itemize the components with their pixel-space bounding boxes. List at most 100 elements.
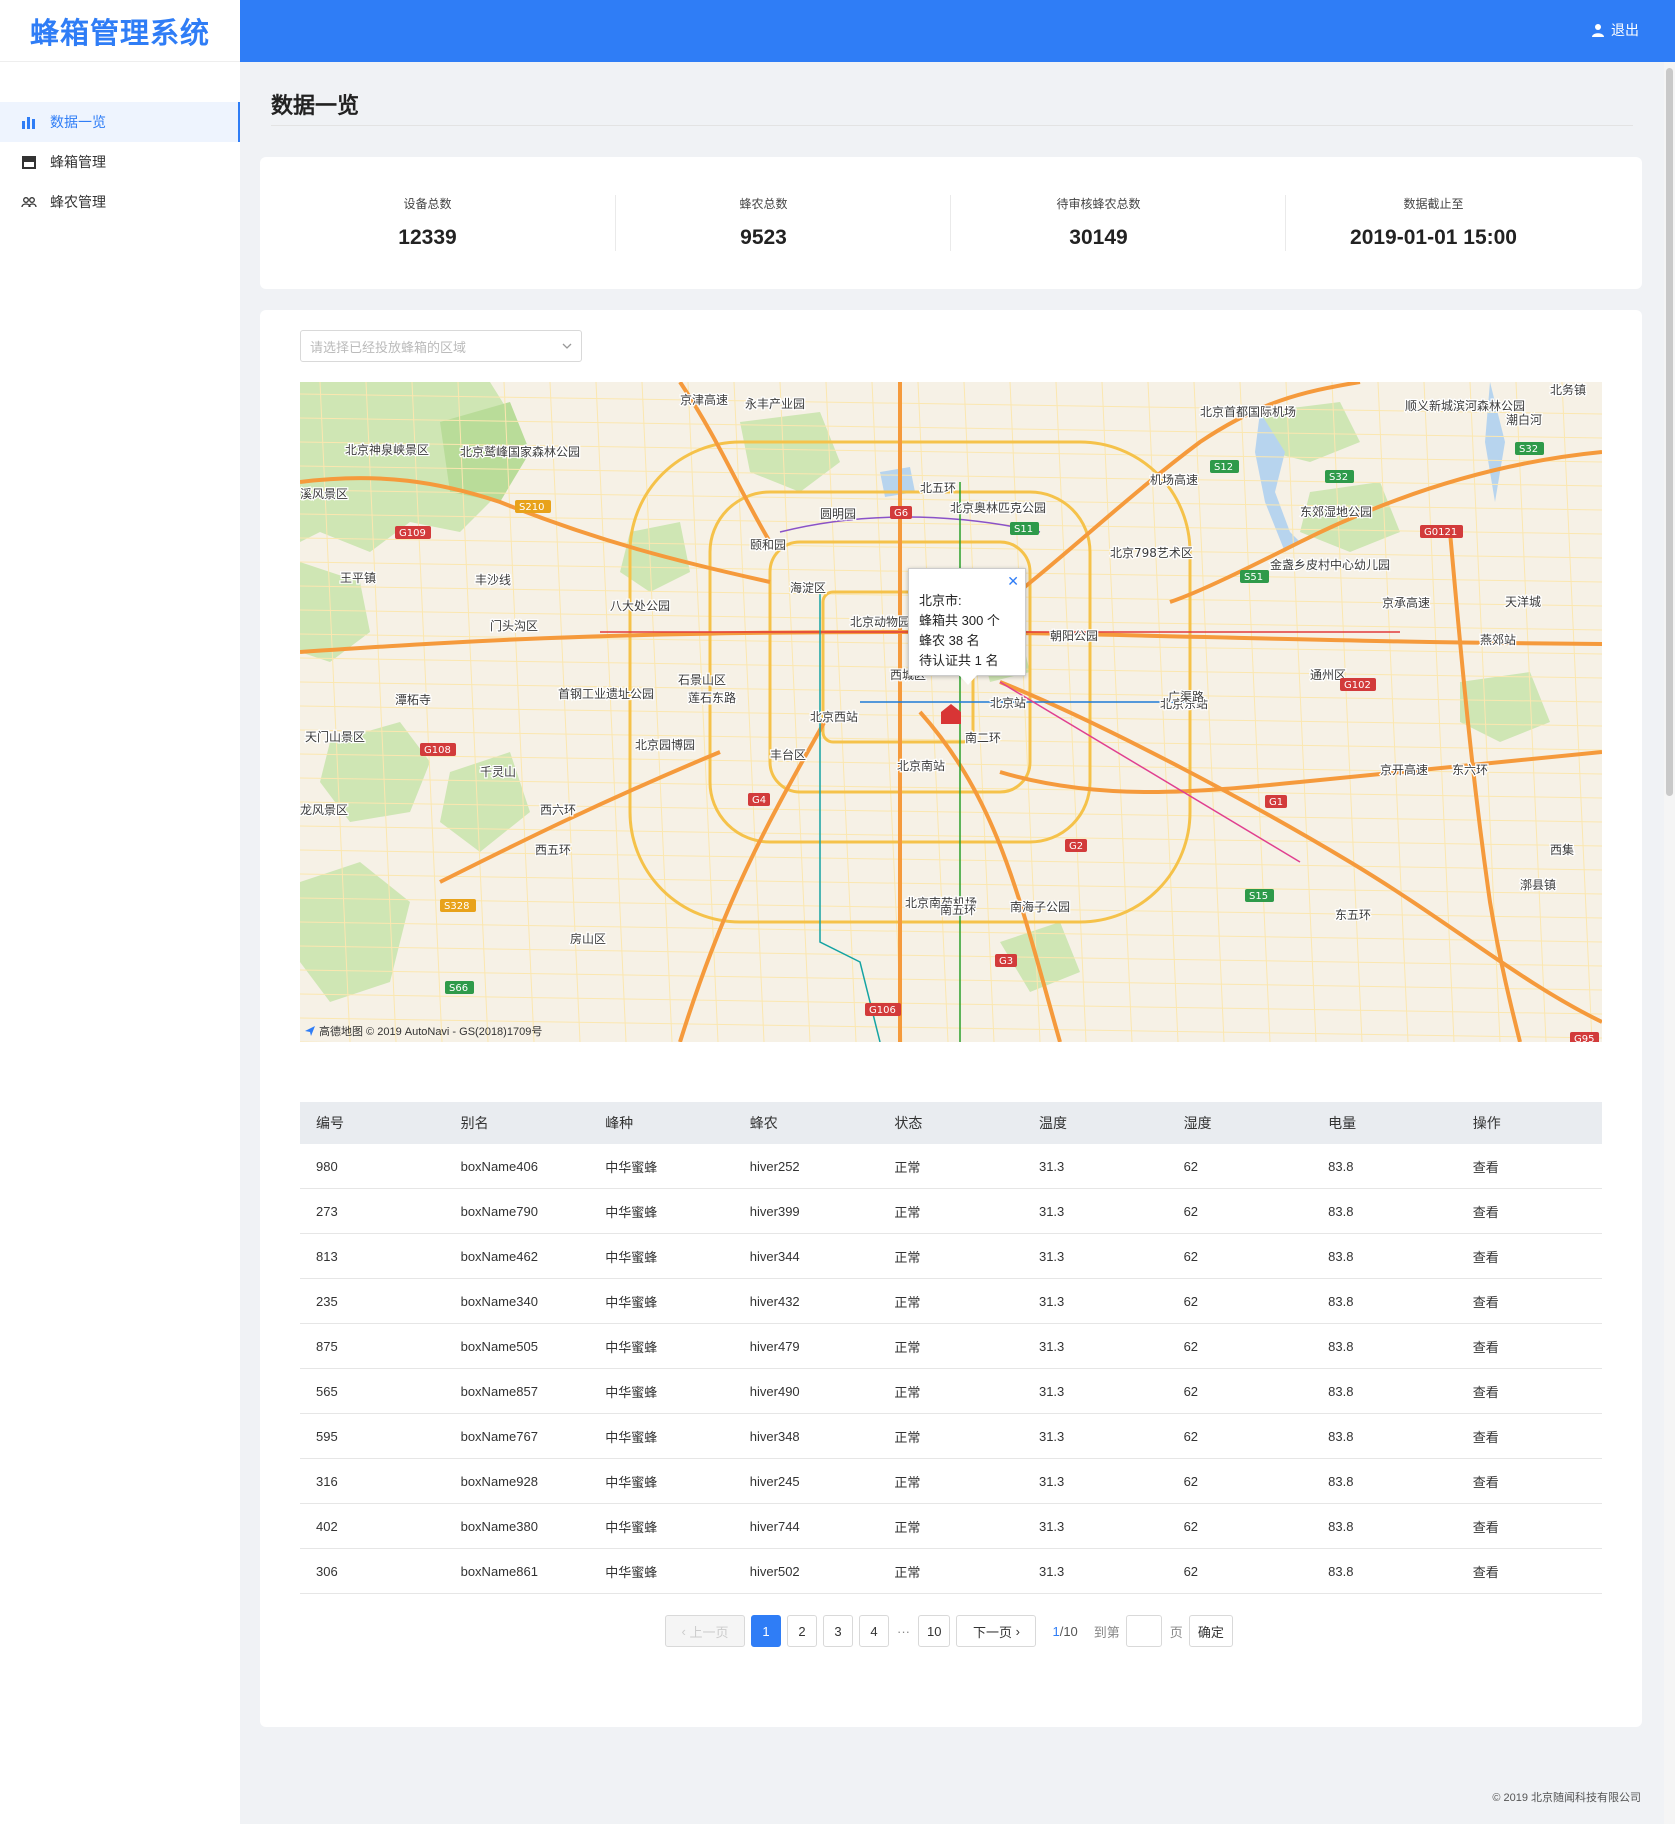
map-label: 燕郊站 bbox=[1480, 633, 1516, 647]
sidebar-item-label: 蜂农管理 bbox=[50, 194, 106, 210]
view-link[interactable]: 查看 bbox=[1457, 1472, 1602, 1491]
map-label: 莲石东路 bbox=[688, 690, 736, 705]
table-cell: 中华蜜蜂 bbox=[605, 1384, 658, 1400]
sidebar-item-label: 蜂箱管理 bbox=[50, 154, 106, 170]
table-cell: 62 bbox=[1183, 1338, 1199, 1354]
table-cell: 62 bbox=[1183, 1248, 1199, 1264]
view-link[interactable]: 查看 bbox=[1457, 1247, 1602, 1266]
close-icon[interactable]: ✕ bbox=[1007, 571, 1019, 591]
chevron-right-icon: › bbox=[1012, 1623, 1020, 1639]
page-button-1[interactable]: 1 bbox=[751, 1615, 781, 1647]
road-badge: G2 bbox=[1065, 839, 1087, 852]
confirm-goto-button[interactable]: 确定 bbox=[1188, 1615, 1233, 1647]
road-badge: S32 bbox=[1325, 470, 1354, 483]
prev-page-button[interactable]: ‹ 上一页 bbox=[665, 1615, 745, 1647]
map-label: 朝阳公园 bbox=[1050, 629, 1098, 643]
page-button-10[interactable]: 10 bbox=[918, 1615, 951, 1647]
map-label: 溪风景区 bbox=[300, 487, 348, 501]
view-link[interactable]: 查看 bbox=[1457, 1517, 1602, 1536]
table-cell: 306 bbox=[316, 1563, 338, 1579]
map-label: 门头沟区 bbox=[490, 618, 538, 633]
map-label: 北京首都国际机场 bbox=[1200, 405, 1296, 419]
chevron-left-icon: ‹ bbox=[681, 1623, 690, 1639]
svg-text:S15: S15 bbox=[1249, 891, 1268, 902]
goto-page-input[interactable] bbox=[1125, 1615, 1162, 1647]
scrollbar[interactable] bbox=[1664, 62, 1675, 1824]
svg-text:G2: G2 bbox=[1069, 841, 1083, 852]
column-header: 温度 bbox=[1038, 1115, 1067, 1131]
table-cell: boxName462 bbox=[460, 1248, 538, 1264]
table-cell: hiver252 bbox=[749, 1158, 800, 1174]
stat-pending: 待审核蜂农总数 30149 bbox=[931, 195, 1266, 250]
map-label: 北京奥林匹克公园 bbox=[950, 501, 1046, 515]
table-cell: hiver399 bbox=[749, 1203, 800, 1219]
app-title: 蜂箱管理系统 bbox=[29, 17, 210, 50]
view-link[interactable]: 查看 bbox=[1457, 1427, 1602, 1446]
region-select[interactable]: 请选择已经投放蜂箱的区域 bbox=[300, 330, 582, 362]
page-count: 1/10 bbox=[1052, 1623, 1078, 1639]
page-button-4[interactable]: 4 bbox=[859, 1615, 889, 1647]
map-label: 京津高速 bbox=[680, 392, 728, 407]
page-title: 数据一览 bbox=[271, 93, 360, 118]
view-link[interactable]: 查看 bbox=[1457, 1337, 1602, 1356]
road-badge: S210 bbox=[515, 500, 551, 513]
svg-text:G106: G106 bbox=[869, 1005, 896, 1016]
table-cell: 中华蜜蜂 bbox=[605, 1249, 658, 1265]
table-cell: 中华蜜蜂 bbox=[605, 1204, 658, 1220]
stat-value: 2019-01-01 15:00 bbox=[1350, 226, 1517, 249]
map-label: 南五环 bbox=[940, 902, 976, 917]
table-row: 402 boxName380 中华蜜蜂 hiver744 正常 31.3 62 83.8 查看 bbox=[300, 1504, 1602, 1549]
view-link[interactable]: 查看 bbox=[1457, 1157, 1602, 1176]
map-label: 首钢工业遗址公园 bbox=[558, 687, 654, 701]
view-link[interactable]: 查看 bbox=[1457, 1202, 1602, 1221]
table-cell: 83.8 bbox=[1328, 1338, 1354, 1354]
sidebar-item-beekeepers[interactable]: 蜂农管理 bbox=[0, 182, 240, 222]
amap-logo-icon bbox=[305, 1026, 315, 1036]
sidebar-item-boxes[interactable]: 蜂箱管理 bbox=[0, 142, 240, 182]
table-cell: 595 bbox=[316, 1428, 338, 1444]
map-label: 广渠路 bbox=[1168, 689, 1204, 704]
page-button-2[interactable]: 2 bbox=[787, 1615, 817, 1647]
table-cell: 83.8 bbox=[1328, 1158, 1354, 1174]
view-link[interactable]: 查看 bbox=[1457, 1382, 1602, 1401]
map-label: 西六环 bbox=[540, 803, 576, 817]
svg-text:G3: G3 bbox=[999, 956, 1013, 967]
stat-value: 30149 bbox=[1069, 226, 1128, 249]
map-label: 房山区 bbox=[570, 931, 606, 946]
scrollbar-thumb[interactable] bbox=[1666, 68, 1673, 796]
map-label: 王平镇 bbox=[340, 571, 376, 585]
svg-text:S12: S12 bbox=[1214, 462, 1233, 473]
table-cell: 正常 bbox=[894, 1204, 921, 1220]
map[interactable]: 永丰产业园 北京首都国际机场 顺义新城滨河森林公园 北京神泉峡景区 北京鹫峰国家森林公园… bbox=[300, 382, 1602, 1042]
column-header: 操作 bbox=[1472, 1115, 1501, 1131]
svg-text:G95: G95 bbox=[1574, 1034, 1594, 1042]
table-row: 813 boxName462 中华蜜蜂 hiver344 正常 31.3 62 83.8 查看 bbox=[300, 1234, 1602, 1279]
view-link[interactable]: 查看 bbox=[1457, 1562, 1602, 1581]
next-page-button[interactable]: 下一页 › bbox=[956, 1615, 1037, 1647]
sidebar-item-overview[interactable]: 数据一览 bbox=[0, 102, 240, 142]
table-cell: boxName928 bbox=[460, 1473, 538, 1489]
logout-button[interactable]: 退出 bbox=[1591, 20, 1639, 40]
info-title: 北京市: bbox=[919, 593, 962, 608]
svg-text:G108: G108 bbox=[424, 745, 451, 756]
stats-card: 设备总数 12339 蜂农总数 9523 待审核蜂农总数 30149 数据截止至… bbox=[260, 157, 1642, 289]
map-info-window: ✕ 北京市: 蜂箱共 300 个 蜂农 38 名 待认证共 1 名 bbox=[908, 568, 1026, 685]
table-cell: 273 bbox=[316, 1203, 338, 1219]
stat-label: 设备总数 bbox=[403, 197, 452, 211]
map-label: 颐和园 bbox=[750, 538, 786, 552]
view-link[interactable]: 查看 bbox=[1457, 1292, 1602, 1311]
svg-text:G6: G6 bbox=[894, 508, 908, 519]
table-row: 595 boxName767 中华蜜蜂 hiver348 正常 31.3 62 83.8 查看 bbox=[300, 1414, 1602, 1459]
table-cell: hiver502 bbox=[749, 1563, 800, 1579]
map-label: 潭柘寺 bbox=[395, 693, 431, 707]
table-cell: 正常 bbox=[894, 1339, 921, 1355]
svg-text:S51: S51 bbox=[1244, 572, 1263, 583]
table-cell: 62 bbox=[1183, 1518, 1199, 1534]
app-logo: 蜂箱管理系统 bbox=[0, 0, 240, 62]
table-cell: hiver490 bbox=[749, 1383, 800, 1399]
table-cell: 83.8 bbox=[1328, 1518, 1354, 1534]
page-ellipsis[interactable]: ··· bbox=[895, 1624, 912, 1639]
table-cell: 中华蜜蜂 bbox=[605, 1159, 658, 1175]
page-button-3[interactable]: 3 bbox=[823, 1615, 853, 1647]
svg-text:S32: S32 bbox=[1519, 444, 1538, 455]
